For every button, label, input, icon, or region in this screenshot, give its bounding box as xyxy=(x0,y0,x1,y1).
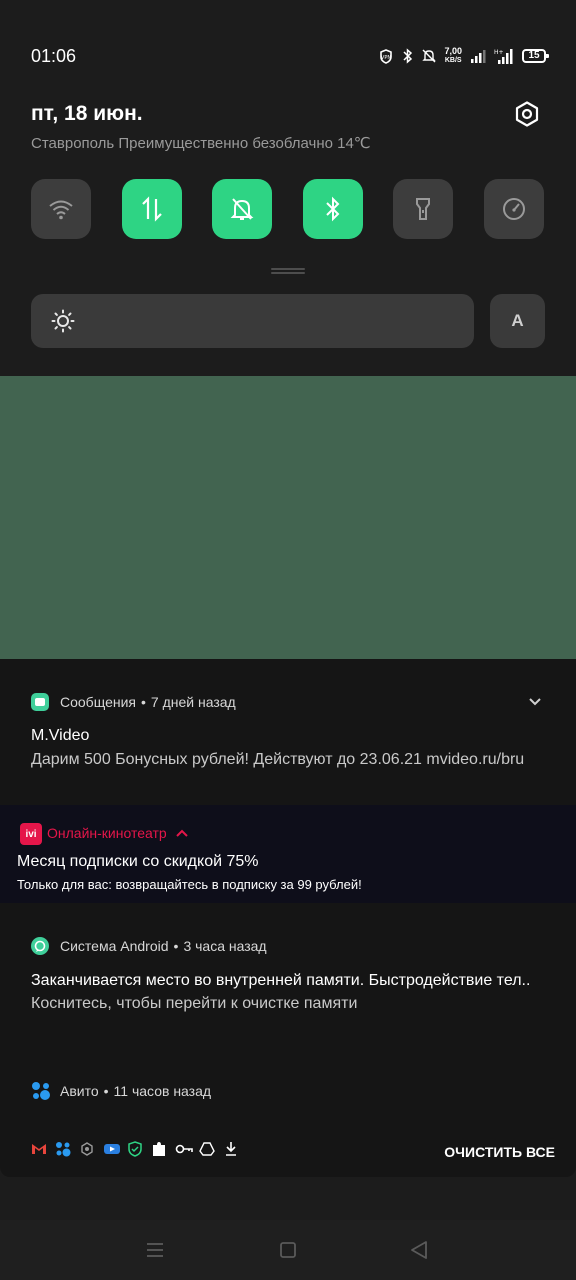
speedometer-icon xyxy=(503,198,525,220)
separator: • xyxy=(103,1083,109,1099)
notification-time: 7 дней назад xyxy=(150,694,236,710)
battery-icon: 15 xyxy=(522,49,549,63)
settings-gear-icon[interactable] xyxy=(514,101,540,127)
notification-time: 3 часа назад xyxy=(183,938,267,954)
weather-info[interactable]: Ставрополь Преимущественно безоблачно 14… xyxy=(31,134,371,152)
signal-2-icon: H+ xyxy=(494,49,513,64)
date: пт, 18 июн. xyxy=(31,102,143,125)
notification-time: 11 часов назад xyxy=(113,1083,212,1099)
ivi-logo-icon: ivi xyxy=(20,823,42,845)
mobile-data-icon xyxy=(142,196,162,222)
wifi-icon xyxy=(49,200,73,220)
menu-icon[interactable] xyxy=(144,1239,166,1261)
speed-value: 7,00 xyxy=(444,46,462,56)
avito-app-icon xyxy=(31,1082,50,1100)
svg-text:H+: H+ xyxy=(494,49,504,56)
notification-text: Дарим 500 Бонусных рублей! Действуют до … xyxy=(31,751,525,768)
drive-icon xyxy=(199,1141,215,1157)
wifi-tile[interactable] xyxy=(31,179,91,239)
do-not-disturb-tile[interactable] xyxy=(212,179,272,239)
vpn-icon: VPN xyxy=(380,49,393,64)
navigation-bar xyxy=(0,1220,576,1280)
gmail-icon xyxy=(31,1141,47,1157)
youtube-icon xyxy=(103,1141,120,1157)
notification-title: Заканчивается место во внутренней памяти… xyxy=(31,972,531,989)
separator: • xyxy=(173,938,179,954)
chevron-down-icon[interactable] xyxy=(528,697,542,707)
notification-list: Сообщения • 7 дней назад M.Video Дарим 5… xyxy=(0,659,576,1177)
svg-text:VPN: VPN xyxy=(381,55,391,61)
flashlight-tile[interactable] xyxy=(393,179,453,239)
notification-text: Коснитесь, чтобы перейти к очистке памят… xyxy=(31,995,358,1012)
clock: 01:06 xyxy=(31,46,77,66)
quick-settings-tiles xyxy=(31,179,545,239)
brightness-slider[interactable] xyxy=(31,294,474,348)
notification-title: M.Video xyxy=(31,727,90,744)
mute-status-icon xyxy=(422,49,437,63)
notification-title: Месяц подписки со скидкой 75% xyxy=(17,853,259,870)
speed-mode-tile[interactable] xyxy=(484,179,544,239)
status-bar: 01:06 VPN 7,00 KB/S H+ 15 xyxy=(0,0,576,112)
shield-icon xyxy=(127,1141,143,1157)
separator: • xyxy=(140,694,146,710)
app-name: Авито xyxy=(60,1083,99,1099)
speed-unit: KB/S xyxy=(444,57,462,64)
app-name: Сообщения xyxy=(60,694,136,710)
mobile-data-tile[interactable] xyxy=(122,179,182,239)
android-system-icon xyxy=(31,937,49,955)
app-name: Онлайн-кинотеатр xyxy=(47,825,167,841)
media-area xyxy=(0,376,576,659)
notification-bottom-bar: ОЧИСТИТЬ ВСЕ xyxy=(0,1133,576,1177)
auto-brightness-button[interactable]: A xyxy=(490,294,545,348)
clear-all-button[interactable]: ОЧИСТИТЬ ВСЕ xyxy=(444,1144,555,1160)
sun-icon xyxy=(51,309,75,333)
expand-handle[interactable] xyxy=(271,268,305,274)
flashlight-icon xyxy=(416,198,430,220)
network-speed: 7,00 KB/S xyxy=(444,47,462,65)
bell-off-icon xyxy=(230,198,254,220)
home-icon[interactable] xyxy=(277,1239,299,1261)
notification-header: Авито • 11 часов назад xyxy=(31,1082,211,1100)
hidden-notification-icons xyxy=(31,1141,239,1157)
bluetooth-tile[interactable] xyxy=(303,179,363,239)
bluetooth-icon xyxy=(326,196,340,222)
back-icon[interactable] xyxy=(408,1239,430,1261)
puzzle-icon xyxy=(151,1141,167,1157)
notification-header: Система Android • 3 часа назад xyxy=(31,937,267,955)
status-icons: VPN 7,00 KB/S H+ 15 xyxy=(378,44,549,68)
messages-app-icon xyxy=(31,693,49,711)
key-icon xyxy=(175,1141,193,1157)
bluetooth-status-icon xyxy=(403,48,413,64)
notification-shade: 01:06 VPN 7,00 KB/S H+ 15 пт, 18 июн. Ста… xyxy=(0,0,576,376)
notification-header: Сообщения • 7 дней назад xyxy=(31,693,236,711)
avito-icon xyxy=(55,1141,71,1157)
notification-text: Только для вас: возвращайтесь в подписку… xyxy=(17,877,362,892)
notification-ivi[interactable]: ivi Онлайн-кинотеатр Месяц подписки со с… xyxy=(0,805,576,903)
chevron-up-icon[interactable] xyxy=(175,828,189,838)
hexagon-icon xyxy=(79,1141,95,1157)
download-icon xyxy=(223,1141,239,1157)
app-name: Система Android xyxy=(60,938,169,954)
signal-1-icon xyxy=(471,50,486,63)
